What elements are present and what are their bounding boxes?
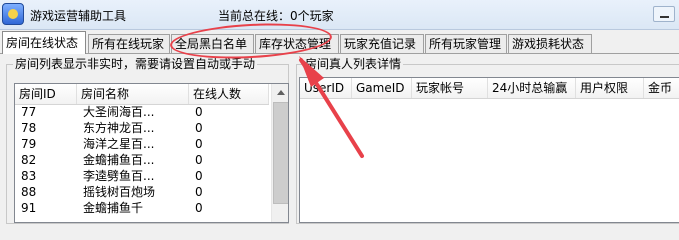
annotation-arrow-icon xyxy=(299,56,364,158)
